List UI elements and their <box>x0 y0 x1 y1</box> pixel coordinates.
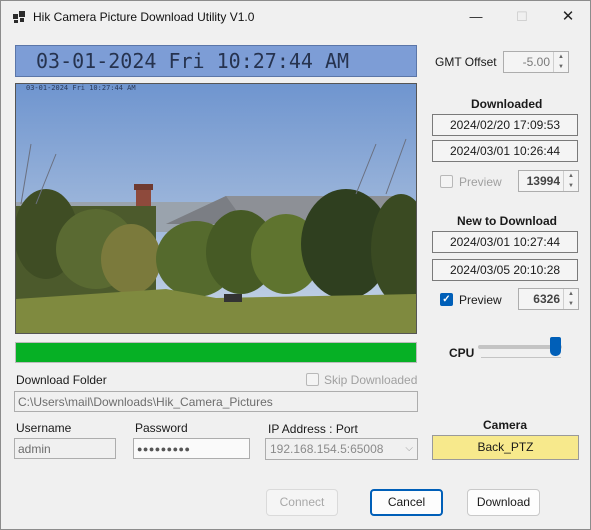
downloaded-from-field: 2024/02/20 17:09:53 <box>432 114 578 136</box>
new-preview-label: Preview <box>459 293 502 307</box>
spin-down-icon[interactable]: ▼ <box>564 181 578 191</box>
title-bar[interactable]: Hik Camera Picture Download Utility V1.0… <box>1 1 590 33</box>
spin-up-icon[interactable]: ▲ <box>564 171 578 181</box>
new-count-value: 6326 <box>533 292 560 306</box>
spin-up-icon[interactable]: ▲ <box>554 52 568 62</box>
cpu-slider-ticks <box>481 357 561 361</box>
minimize-button[interactable]: — <box>453 1 499 33</box>
gmt-spin-arrows[interactable]: ▲ ▼ <box>553 52 568 72</box>
new-preview-checkbox[interactable]: ✓ <box>440 293 453 306</box>
downloaded-preview-label: Preview <box>459 175 502 189</box>
download-button[interactable]: Download <box>467 489 540 516</box>
cpu-label: CPU <box>449 346 475 360</box>
downloaded-spin-arrows[interactable]: ▲ ▼ <box>563 171 578 191</box>
cancel-button[interactable]: Cancel <box>370 489 443 516</box>
camera-label: Camera <box>483 418 528 432</box>
new-spin-arrows[interactable]: ▲ ▼ <box>563 289 578 309</box>
timestamp-banner: 03-01-2024 Fri 10:27:44 AM <box>15 45 417 77</box>
downloaded-count-stepper[interactable]: 13994 ▲ ▼ <box>518 170 579 192</box>
downloaded-preview-checkbox[interactable] <box>440 175 453 188</box>
password-label: Password <box>135 421 188 435</box>
cpu-slider-thumb[interactable] <box>549 337 561 356</box>
username-label: Username <box>16 421 72 435</box>
camera-osd-text: 03-01-2024 Fri 10:27:44 AM <box>26 84 136 92</box>
new-count-stepper[interactable]: 6326 ▲ ▼ <box>518 288 579 310</box>
close-button[interactable]: ✕ <box>545 1 591 33</box>
download-folder-field[interactable]: C:\Users\mail\Downloads\Hik_Camera_Pictu… <box>14 391 418 412</box>
spin-down-icon[interactable]: ▼ <box>564 299 578 309</box>
progress-fill <box>16 343 416 362</box>
skip-downloaded-checkbox[interactable] <box>306 373 319 386</box>
camera-snapshot: 03-01-2024 Fri 10:27:44 AM <box>15 83 417 334</box>
spin-down-icon[interactable]: ▼ <box>554 62 568 72</box>
password-field[interactable]: ●●●●●●●●● <box>133 438 250 459</box>
downloaded-count-value: 13994 <box>526 174 560 188</box>
app-icon <box>13 11 25 23</box>
connect-button[interactable]: Connect <box>266 489 338 516</box>
download-folder-label: Download Folder <box>16 373 107 387</box>
main-window: Hik Camera Picture Download Utility V1.0… <box>0 0 591 530</box>
camera-image <box>16 84 416 333</box>
skip-downloaded-label: Skip Downloaded <box>324 373 418 387</box>
gmt-offset-value: -5.00 <box>522 55 550 69</box>
new-from-field: 2024/03/01 10:27:44 <box>432 231 578 253</box>
window-title: Hik Camera Picture Download Utility V1.0 <box>33 10 255 24</box>
maximize-button[interactable]: ☐ <box>499 1 545 33</box>
downloaded-heading: Downloaded <box>471 97 543 111</box>
gmt-offset-label: GMT Offset <box>435 55 497 69</box>
timestamp-text: 03-01-2024 Fri 10:27:44 AM <box>36 49 350 73</box>
ip-address-value: 192.168.154.5:65008 <box>270 442 384 456</box>
username-field[interactable]: admin <box>14 438 116 459</box>
new-to-download-heading: New to Download <box>457 214 557 228</box>
download-progress-bar <box>15 342 417 363</box>
ip-address-combo[interactable]: 192.168.154.5:65008 ⌵ <box>265 438 418 460</box>
chevron-down-icon[interactable]: ⌵ <box>405 443 413 454</box>
spin-up-icon[interactable]: ▲ <box>564 289 578 299</box>
ip-address-label: IP Address : Port <box>268 422 358 436</box>
downloaded-to-field: 2024/03/01 10:26:44 <box>432 140 578 162</box>
gmt-offset-stepper[interactable]: -5.00 ▲ ▼ <box>503 51 569 73</box>
new-to-field: 2024/03/05 20:10:28 <box>432 259 578 281</box>
camera-name-field: Back_PTZ <box>432 435 579 460</box>
